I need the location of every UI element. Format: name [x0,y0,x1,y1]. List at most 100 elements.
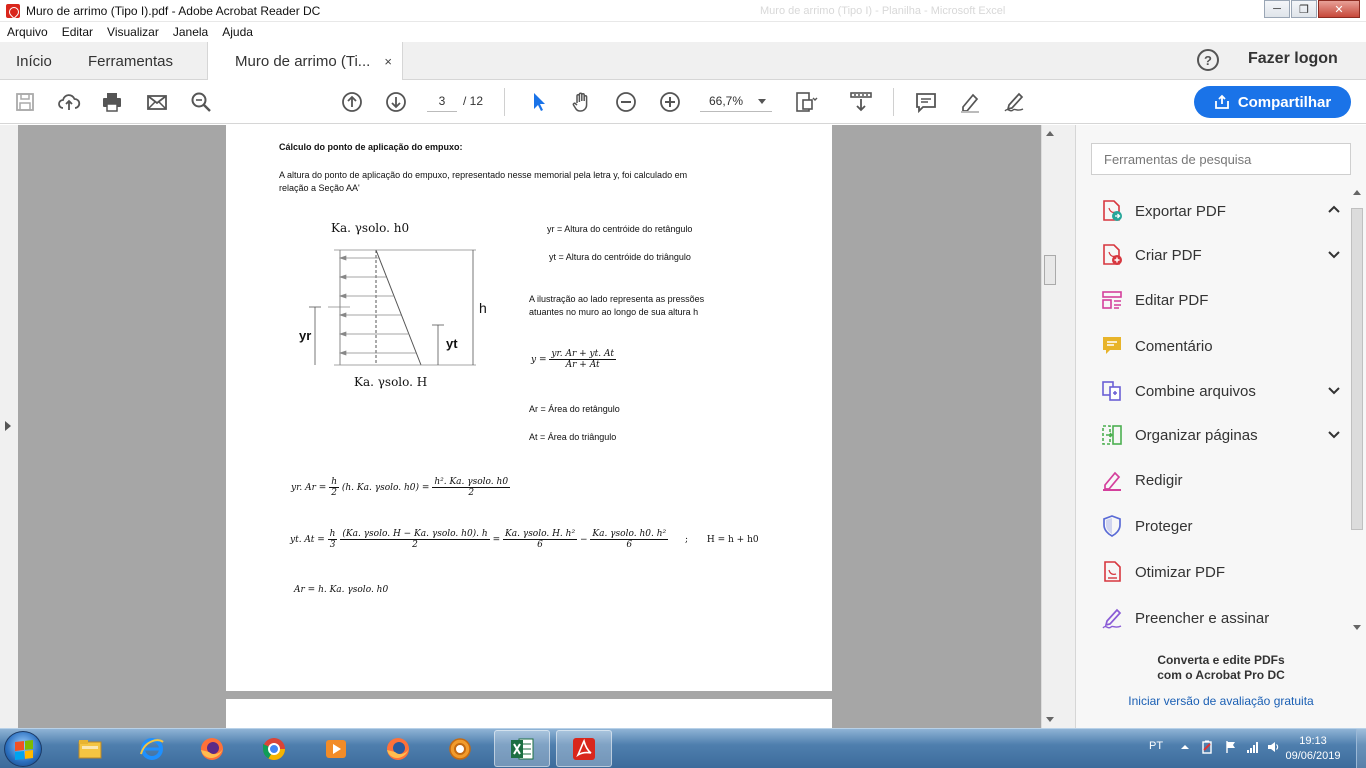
taskbar-firefox[interactable] [184,730,240,767]
tools-pane-scrollbar[interactable] [1350,190,1364,630]
hand-tool-icon[interactable] [570,90,594,114]
scroll-up-icon[interactable] [1353,190,1361,195]
zoom-out-icon[interactable] [614,90,638,114]
scroll-thumb[interactable] [1044,255,1056,285]
tool-combine-files-label: Combine arquivos [1135,382,1256,400]
email-icon[interactable] [145,90,169,114]
scroll-thumb[interactable] [1351,208,1363,530]
help-icon[interactable]: ? [1197,49,1219,71]
tool-protect[interactable]: Proteger [1100,511,1340,541]
scroll-mode-icon[interactable] [849,90,873,114]
page-fit-icon[interactable] [794,90,818,114]
battery-icon[interactable] [1200,740,1214,754]
tool-comment[interactable]: Comentário [1100,331,1340,361]
scroll-down-icon[interactable] [1046,717,1054,722]
export-pdf-icon [1100,199,1124,223]
share-button[interactable]: Compartilhar [1194,86,1351,118]
taskbar-chrome[interactable] [246,730,302,767]
equation-y-denominator: Ar + At [565,360,600,370]
tool-fill-sign[interactable]: Preencher e assinar [1100,603,1340,633]
tab-tools[interactable]: Ferramentas [88,42,173,80]
doc-intro-line2: relação a Seção AA' [279,183,360,193]
volume-icon[interactable] [1266,740,1280,754]
highlight-pen-icon[interactable] [958,90,982,114]
eq2-f2-den: 2 [412,540,418,550]
scroll-up-icon[interactable] [1046,131,1054,136]
logon-link[interactable]: Fazer logon [1248,50,1338,68]
maximize-button[interactable]: ❐ [1291,0,1317,18]
tab-close-icon[interactable]: × [384,54,392,69]
sign-icon[interactable] [1002,90,1026,114]
show-desktop-button[interactable] [1356,729,1366,768]
tool-organize-pages[interactable]: Organizar páginas [1100,420,1340,450]
diagram-yr-label: yr [299,328,312,343]
zoom-level-select[interactable]: 66,7% [700,90,772,112]
combine-files-icon [1100,379,1124,403]
chevron-down-icon [758,99,766,104]
network-signal-icon[interactable] [1246,740,1260,754]
eq2-f3-den: 6 [537,540,543,550]
menu-janela[interactable]: Janela [166,25,215,39]
taskbar-excel[interactable] [494,730,550,767]
taskbar-internet-explorer[interactable] [124,730,180,767]
zoom-search-icon[interactable] [189,90,213,114]
menu-editar[interactable]: Editar [55,25,100,39]
tool-combine-files[interactable]: Combine arquivos [1100,376,1340,406]
taskbar-acrobat[interactable] [556,730,612,767]
taskbar-firefox-2[interactable] [370,730,426,767]
taskbar-file-explorer[interactable] [62,730,118,767]
menu-arquivo[interactable]: Arquivo [0,25,55,39]
menu-visualizar[interactable]: Visualizar [100,25,166,39]
chevron-down-icon[interactable] [1328,248,1340,260]
start-button[interactable] [4,731,42,767]
taskbar-utility-app[interactable] [432,730,488,767]
previous-page-icon[interactable] [340,90,364,114]
gear-icon [449,737,471,760]
print-icon[interactable] [100,90,124,114]
comment-tool-icon [1100,334,1124,358]
chevron-down-icon[interactable] [1328,428,1340,440]
doc-heading: Cálculo do ponto de aplicação do empuxo: [279,142,463,152]
free-trial-link[interactable]: Iniciar versão de avaliação gratuita [1091,694,1351,708]
tool-export-pdf[interactable]: Exportar PDF [1100,196,1340,226]
tool-redact[interactable]: Redigir [1100,465,1340,495]
eq2-fraction-1: h3 [327,529,338,550]
page-number-input[interactable]: 3 [427,90,457,112]
scroll-down-icon[interactable] [1353,625,1361,630]
system-clock[interactable]: 19:13 09/06/2019 [1283,734,1343,764]
page-total: / 12 [463,94,484,108]
chevron-down-icon[interactable] [1328,384,1340,396]
select-cursor-icon[interactable] [527,90,551,114]
language-indicator[interactable]: PT [1149,740,1163,752]
tool-protect-label: Proteger [1135,517,1193,535]
folder-icon [78,739,102,758]
minimize-button[interactable]: ─ [1264,0,1290,18]
close-window-button[interactable]: ✕ [1318,0,1360,18]
chevron-up-icon[interactable] [1328,204,1340,216]
title-bar: Muro de arrimo (Tipo I).pdf - Adobe Acro… [0,0,1366,22]
cloud-upload-icon[interactable] [57,90,81,114]
flag-icon[interactable] [1224,740,1238,754]
pane-divider[interactable] [1058,125,1076,728]
tool-create-pdf[interactable]: Criar PDF [1100,240,1340,270]
tools-search-input[interactable]: Ferramentas de pesquisa [1091,143,1351,175]
save-icon[interactable] [13,90,37,114]
zoom-in-icon[interactable] [658,90,682,114]
left-panel-toggle[interactable] [0,125,18,728]
tool-optimize-pdf-label: Otimizar PDF [1135,563,1225,581]
ghost-window-title: Muro de arrimo (Tipo I) - Planilha - Mic… [760,5,1006,17]
taskbar-media-player[interactable] [308,730,364,767]
tray-expand-icon[interactable] [1178,740,1192,754]
window-title: Muro de arrimo (Tipo I).pdf - Adobe Acro… [26,3,321,18]
pressure-diagram [309,249,476,366]
menu-ajuda[interactable]: Ajuda [215,25,260,39]
tool-optimize-pdf[interactable]: Otimizar PDF [1100,557,1340,587]
tool-edit-pdf[interactable]: Editar PDF [1100,285,1340,315]
tool-edit-pdf-label: Editar PDF [1135,291,1209,309]
next-page-icon[interactable] [384,90,408,114]
comment-icon[interactable] [914,90,938,114]
tab-document[interactable]: Muro de arrimo (Ti... × [207,42,403,81]
tab-home[interactable]: Início [16,42,52,80]
document-scrollbar[interactable] [1041,125,1058,728]
shield-icon [1100,514,1124,538]
